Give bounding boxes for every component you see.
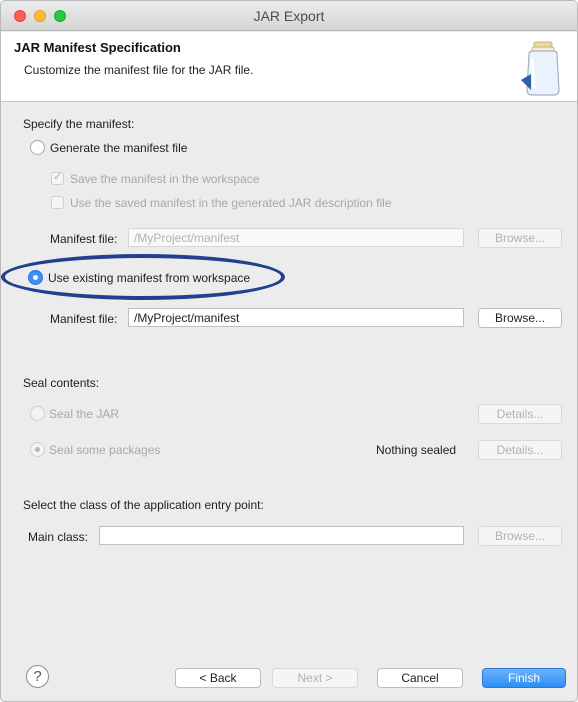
generate-manifest-file-field[interactable]: /MyProject/manifest	[128, 228, 464, 247]
seal-packages-details-button[interactable]: Details...	[478, 440, 562, 460]
generate-browse-button[interactable]: Browse...	[478, 228, 562, 248]
generate-manifest-radio[interactable]	[30, 140, 45, 155]
wizard-header: JAR Manifest Specification Customize the…	[1, 32, 577, 102]
next-button[interactable]: Next >	[272, 668, 358, 688]
checkmark-icon: ✓	[53, 171, 63, 183]
use-saved-manifest-label: Use the saved manifest in the generated …	[70, 196, 392, 210]
generate-manifest-file-label: Manifest file:	[50, 232, 118, 246]
main-class-field[interactable]	[99, 526, 464, 545]
seal-jar-radio[interactable]	[30, 406, 45, 421]
entry-point-label: Select the class of the application entr…	[23, 498, 264, 512]
cancel-button[interactable]: Cancel	[377, 668, 463, 688]
back-button[interactable]: < Back	[175, 668, 261, 688]
save-in-workspace-label: Save the manifest in the workspace	[70, 172, 260, 186]
seal-jar-details-button[interactable]: Details...	[478, 404, 562, 424]
existing-manifest-file-field[interactable]: /MyProject/manifest	[128, 308, 464, 327]
use-existing-manifest-radio[interactable]	[28, 270, 43, 285]
save-in-workspace-checkbox[interactable]: ✓	[51, 171, 64, 185]
finish-button[interactable]: Finish	[482, 668, 566, 688]
existing-browse-button[interactable]: Browse...	[478, 308, 562, 328]
main-class-label: Main class:	[28, 530, 89, 544]
jar-icon	[521, 41, 560, 96]
page-title: JAR Manifest Specification	[14, 40, 181, 55]
seal-packages-radio[interactable]	[30, 442, 45, 457]
nothing-sealed-label: Nothing sealed	[376, 443, 457, 457]
jar-export-dialog: JAR Export JAR Manifest Specification Cu…	[0, 0, 578, 702]
use-existing-manifest-label: Use existing manifest from workspace	[48, 271, 251, 285]
help-icon[interactable]: ?	[26, 665, 49, 688]
main-class-browse-button[interactable]: Browse...	[478, 526, 562, 546]
seal-contents-label: Seal contents:	[23, 376, 100, 390]
title-bar[interactable]: JAR Export	[1, 1, 577, 31]
seal-jar-label: Seal the JAR	[49, 407, 120, 421]
seal-packages-label: Seal some packages	[49, 443, 161, 457]
page-subtitle: Customize the manifest file for the JAR …	[24, 63, 254, 77]
existing-manifest-file-label: Manifest file:	[50, 312, 118, 326]
generate-manifest-label: Generate the manifest file	[50, 141, 188, 155]
specify-manifest-label: Specify the manifest:	[23, 117, 135, 131]
use-saved-manifest-checkbox[interactable]	[51, 196, 64, 209]
window-title: JAR Export	[253, 8, 325, 24]
